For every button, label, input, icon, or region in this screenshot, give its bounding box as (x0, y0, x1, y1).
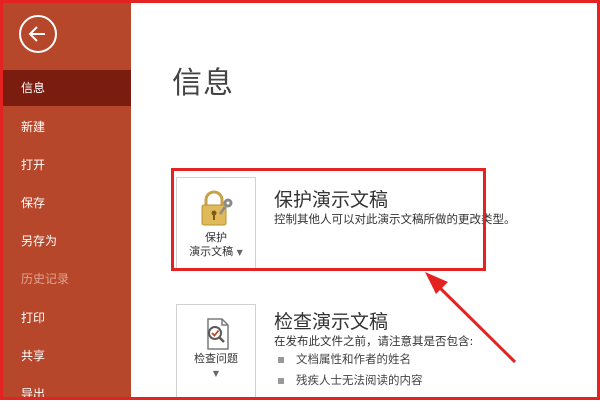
annotation-arrow-icon (425, 272, 517, 364)
